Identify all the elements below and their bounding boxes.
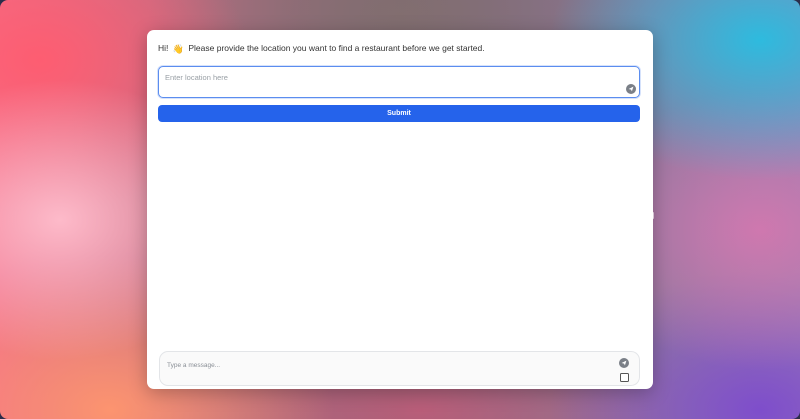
send-icon xyxy=(621,360,627,366)
location-send-button[interactable] xyxy=(626,84,636,94)
location-input-box[interactable] xyxy=(158,66,640,98)
resize-handle[interactable] xyxy=(652,212,654,219)
submit-button[interactable]: Submit xyxy=(158,105,640,122)
message-composer[interactable] xyxy=(159,351,640,386)
message-input[interactable] xyxy=(167,359,607,371)
chat-window: Hi! 👋 Please provide the location you wa… xyxy=(147,30,653,389)
waving-hand-icon: 👋 xyxy=(172,44,184,54)
message-send-button[interactable] xyxy=(619,358,629,368)
greeting-message: Hi! 👋 Please provide the location you wa… xyxy=(158,43,485,55)
greeting-hi: Hi! xyxy=(158,43,169,53)
location-input[interactable] xyxy=(165,70,605,84)
greeting-text: Please provide the location you want to … xyxy=(188,43,485,53)
send-icon xyxy=(628,86,634,92)
message-option-checkbox[interactable] xyxy=(620,373,629,382)
